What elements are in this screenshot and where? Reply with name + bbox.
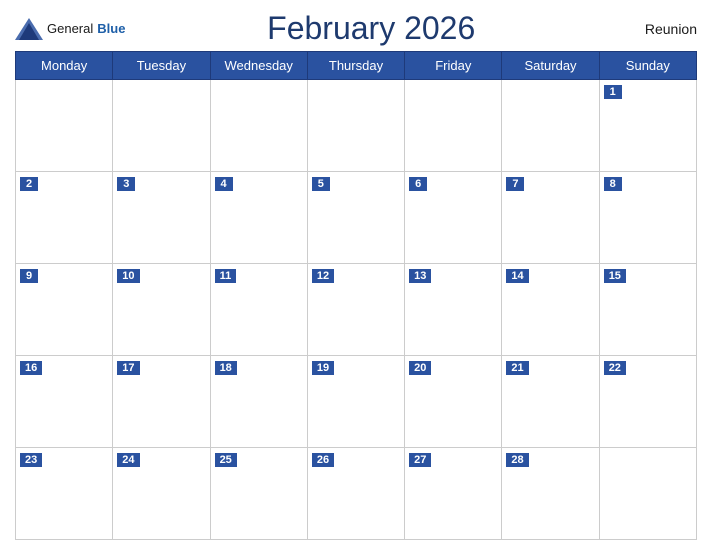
calendar-day-cell: 21 <box>502 356 599 448</box>
calendar-day-cell: 25 <box>210 448 307 540</box>
day-number: 4 <box>215 177 233 191</box>
calendar-header-row: MondayTuesdayWednesdayThursdayFridaySatu… <box>16 52 697 80</box>
day-number: 3 <box>117 177 135 191</box>
calendar-day-cell: 2 <box>16 172 113 264</box>
calendar-body: 1234567891011121314151617181920212223242… <box>16 80 697 540</box>
weekday-header-thursday: Thursday <box>307 52 404 80</box>
day-number: 9 <box>20 269 38 283</box>
calendar-title: February 2026 <box>125 10 617 47</box>
day-number: 20 <box>409 361 431 375</box>
calendar-day-cell: 7 <box>502 172 599 264</box>
calendar-day-cell <box>113 80 210 172</box>
calendar-day-cell: 26 <box>307 448 404 540</box>
calendar-day-cell <box>502 80 599 172</box>
calendar-day-cell: 22 <box>599 356 696 448</box>
calendar-day-cell <box>307 80 404 172</box>
calendar-day-cell: 11 <box>210 264 307 356</box>
calendar-day-cell: 18 <box>210 356 307 448</box>
day-number: 23 <box>20 453 42 467</box>
day-number: 16 <box>20 361 42 375</box>
day-number: 27 <box>409 453 431 467</box>
calendar-day-cell: 8 <box>599 172 696 264</box>
day-number: 22 <box>604 361 626 375</box>
day-number: 28 <box>506 453 528 467</box>
calendar-day-cell: 3 <box>113 172 210 264</box>
weekday-header-tuesday: Tuesday <box>113 52 210 80</box>
calendar-table: MondayTuesdayWednesdayThursdayFridaySatu… <box>15 51 697 540</box>
calendar-day-cell: 12 <box>307 264 404 356</box>
calendar-day-cell <box>405 80 502 172</box>
day-number: 11 <box>215 269 237 283</box>
day-number: 10 <box>117 269 139 283</box>
calendar-day-cell: 24 <box>113 448 210 540</box>
day-number: 6 <box>409 177 427 191</box>
calendar-day-cell: 10 <box>113 264 210 356</box>
calendar-day-cell <box>16 80 113 172</box>
logo-general-text: General <box>47 21 93 36</box>
day-number: 18 <box>215 361 237 375</box>
calendar-day-cell: 5 <box>307 172 404 264</box>
generalblue-logo-icon <box>15 18 43 40</box>
logo-blue-text: Blue <box>97 21 125 36</box>
calendar-week-row: 23 24 25 26 27 28 <box>16 448 697 540</box>
calendar-day-cell: 14 <box>502 264 599 356</box>
calendar-week-row: 16 17 18 19 20 21 22 <box>16 356 697 448</box>
day-number: 19 <box>312 361 334 375</box>
day-number: 24 <box>117 453 139 467</box>
day-number: 26 <box>312 453 334 467</box>
day-number: 25 <box>215 453 237 467</box>
logo-area: General Blue <box>15 18 125 40</box>
weekday-header-wednesday: Wednesday <box>210 52 307 80</box>
day-number: 13 <box>409 269 431 283</box>
day-number: 12 <box>312 269 334 283</box>
weekday-header-friday: Friday <box>405 52 502 80</box>
calendar-day-cell: 19 <box>307 356 404 448</box>
day-number: 5 <box>312 177 330 191</box>
weekday-header-saturday: Saturday <box>502 52 599 80</box>
calendar-day-cell: 13 <box>405 264 502 356</box>
weekday-header-sunday: Sunday <box>599 52 696 80</box>
day-number: 7 <box>506 177 524 191</box>
day-number: 21 <box>506 361 528 375</box>
day-number: 14 <box>506 269 528 283</box>
calendar-header: General Blue February 2026 Reunion <box>15 10 697 47</box>
calendar-day-cell: 9 <box>16 264 113 356</box>
calendar-week-row: 1 <box>16 80 697 172</box>
calendar-day-cell: 15 <box>599 264 696 356</box>
day-number: 15 <box>604 269 626 283</box>
calendar-day-cell <box>599 448 696 540</box>
calendar-day-cell: 17 <box>113 356 210 448</box>
day-number: 1 <box>604 85 622 99</box>
calendar-week-row: 9 10 11 12 13 14 15 <box>16 264 697 356</box>
calendar-week-row: 2 3 4 5 6 7 8 <box>16 172 697 264</box>
calendar-day-cell <box>210 80 307 172</box>
calendar-day-cell: 1 <box>599 80 696 172</box>
calendar-day-cell: 20 <box>405 356 502 448</box>
calendar-day-cell: 28 <box>502 448 599 540</box>
calendar-day-cell: 4 <box>210 172 307 264</box>
day-number: 17 <box>117 361 139 375</box>
region-label: Reunion <box>617 21 697 37</box>
weekday-header-monday: Monday <box>16 52 113 80</box>
calendar-day-cell: 16 <box>16 356 113 448</box>
calendar-day-cell: 23 <box>16 448 113 540</box>
calendar-day-cell: 27 <box>405 448 502 540</box>
calendar-day-cell: 6 <box>405 172 502 264</box>
day-number: 8 <box>604 177 622 191</box>
day-number: 2 <box>20 177 38 191</box>
